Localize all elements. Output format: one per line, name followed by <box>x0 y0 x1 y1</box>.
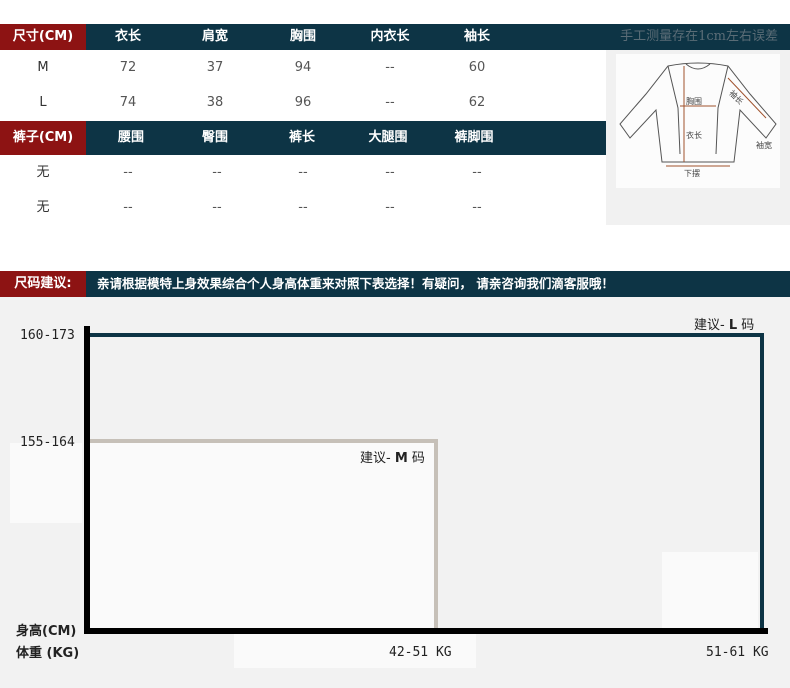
size-label: 无 <box>36 200 50 215</box>
table-cell: 60 <box>468 60 486 75</box>
pants-table-header: 裤子(CM) 腰围 臀围 裤长 大腿围 裤脚围 <box>0 121 606 155</box>
y-axis-title: 身高(CM) <box>16 624 77 639</box>
l-region-top-edge <box>86 333 764 337</box>
header-shoulder: 肩宽 <box>201 29 228 44</box>
header-thigh: 大腿围 <box>368 130 408 145</box>
table-cell: -- <box>298 200 308 215</box>
x-axis-title: 体重 (KG) <box>16 646 80 661</box>
chart-backdrop <box>10 443 82 523</box>
y-axis <box>84 326 90 633</box>
x-axis <box>84 628 768 634</box>
table-cell: 72 <box>119 60 137 75</box>
header-sleeve: 袖长 <box>463 29 490 44</box>
x-tick-label: 42-51 KG <box>389 645 452 660</box>
table-cell: -- <box>123 200 133 215</box>
table-row: L 74 38 96 -- 62 <box>0 85 606 120</box>
diagram-hem-label: 下摆 <box>684 169 700 178</box>
size-table-header: 尺寸(CM) 衣长 肩宽 胸围 内衣长 袖长 <box>0 24 606 50</box>
table-cell: -- <box>472 200 482 215</box>
table-row: M 72 37 94 -- 60 <box>0 50 606 85</box>
diagram-cuff-label: 袖宽 <box>756 141 772 150</box>
diagram-length-label: 衣长 <box>686 131 702 140</box>
diagram-chest-label: 胸围 <box>686 97 702 106</box>
table-cell: -- <box>385 95 395 110</box>
pants-header-label: 裤子(CM) <box>0 121 86 155</box>
size-label: M <box>37 60 49 75</box>
header-pants-length: 裤长 <box>288 130 315 145</box>
header-hip: 臀围 <box>201 130 228 145</box>
recommendation-label: 尺码建议: <box>0 271 86 297</box>
table-cell: -- <box>385 60 395 75</box>
header-chest: 胸围 <box>289 29 316 44</box>
header-length: 衣长 <box>114 29 141 44</box>
table-row: 无 -- -- -- -- -- <box>0 190 606 225</box>
table-cell: -- <box>385 200 395 215</box>
measure-note: 手工测量存在1cm左右误差 <box>620 29 778 44</box>
table-cell: 38 <box>206 95 224 110</box>
table-row: 无 -- -- -- -- -- <box>0 155 606 190</box>
table-cell: 94 <box>294 60 312 75</box>
size-label: L <box>39 95 47 110</box>
table-cell: -- <box>385 165 395 180</box>
header-inner-length: 内衣长 <box>370 29 410 44</box>
y-tick-label: 160-173 <box>20 328 75 343</box>
m-region-right-edge <box>434 439 438 631</box>
l-region-right-edge <box>760 333 764 631</box>
size-label: 无 <box>36 165 50 180</box>
l-suggestion: 建议- L 码 <box>694 318 755 333</box>
header-leg-opening: 裤脚围 <box>454 130 494 145</box>
table-cell: -- <box>298 165 308 180</box>
table-cell: -- <box>472 165 482 180</box>
table-cell: 96 <box>294 95 312 110</box>
table-cell: -- <box>212 200 222 215</box>
recommendation-text: 亲请根据模特上身效果综合个人身高体重来对照下表选择！有疑问， 请亲咨询我们滴客服… <box>97 276 614 291</box>
y-tick-label: 155-164 <box>20 435 75 450</box>
table-cell: -- <box>123 165 133 180</box>
m-region <box>90 443 434 629</box>
x-tick-label: 51-61 KG <box>706 645 769 660</box>
table-cell: 62 <box>468 95 486 110</box>
chart-backdrop <box>662 552 758 628</box>
size-header-label: 尺寸(CM) <box>0 24 86 50</box>
m-suggestion: 建议- M 码 <box>360 451 425 466</box>
m-region-top-edge <box>86 439 438 443</box>
header-waist: 腰围 <box>117 130 144 145</box>
table-cell: 74 <box>119 95 137 110</box>
table-cell: 37 <box>206 60 224 75</box>
garment-diagram: 胸围 衣长 袖长 袖宽 下摆 <box>616 54 780 188</box>
table-cell: -- <box>212 165 222 180</box>
